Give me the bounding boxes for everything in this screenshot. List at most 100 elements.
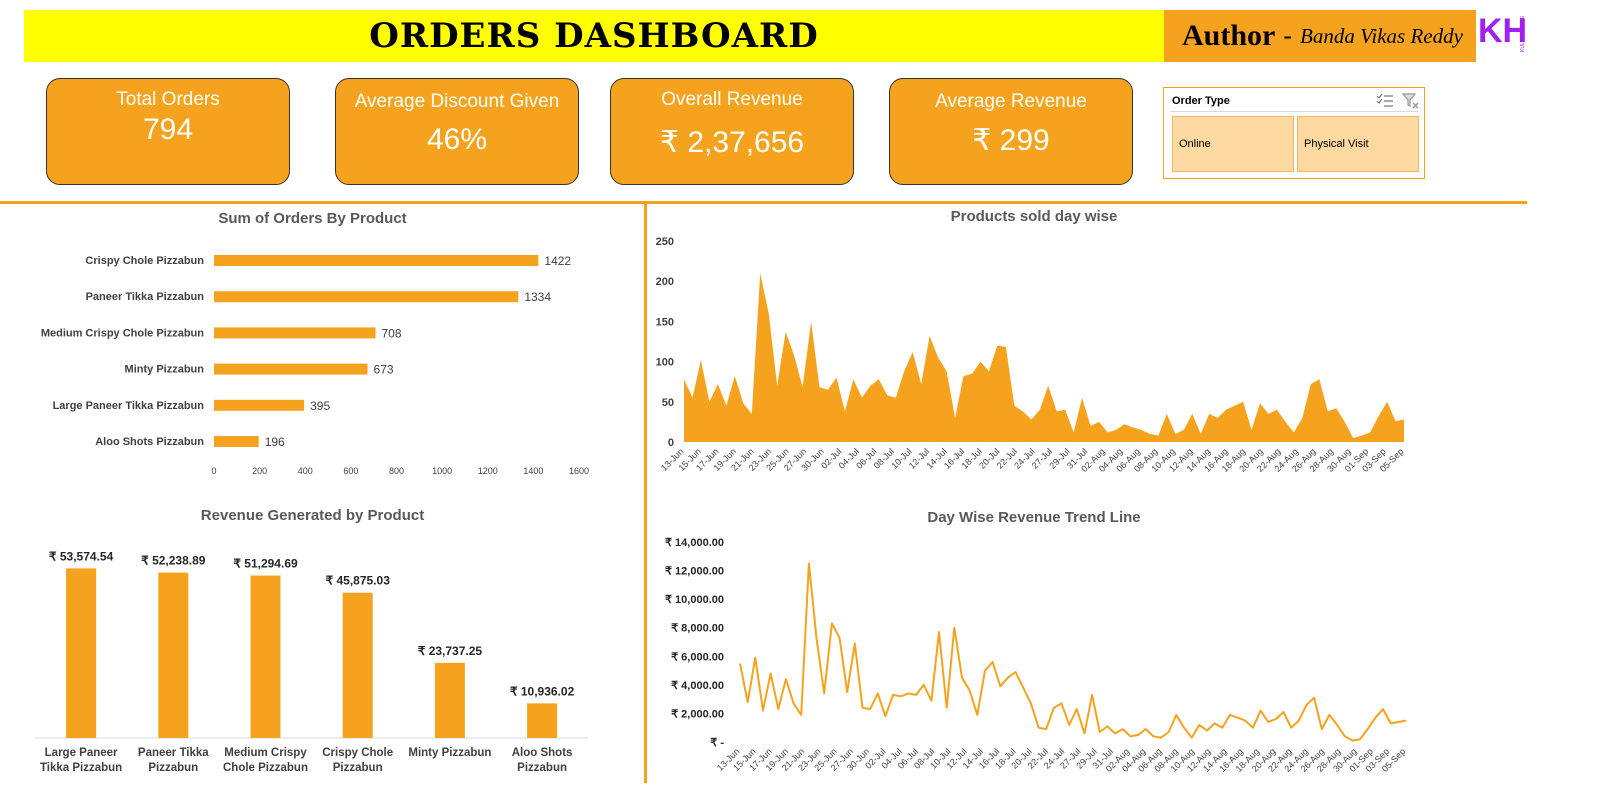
chart-title-orders-by-product: Sum of Orders By Product <box>218 210 407 227</box>
bar-value-label: 708 <box>382 326 402 340</box>
bar-category-label: Large Paneer <box>45 747 118 759</box>
bar-category-label: Paneer Tikka Pizzabun <box>86 291 205 303</box>
y-tick-label: ₹ 6,000.00 <box>671 651 724 663</box>
kpi-average-discount: Average Discount Given 46% <box>335 78 579 185</box>
logo-caption: KULTURE HIRE <box>1520 15 1526 52</box>
kpi-value: ₹ 2,37,656 <box>659 126 805 159</box>
bar-value-label: 673 <box>374 363 394 377</box>
orders-bar <box>214 363 368 375</box>
orders-bar <box>214 436 259 447</box>
orders-bar <box>214 327 376 339</box>
horizontal-divider <box>0 201 1527 204</box>
kpi-total-orders: Total Orders 794 <box>46 78 290 185</box>
bar-category-label: Pizzabun <box>517 762 567 774</box>
author-label: Author <box>1182 19 1276 52</box>
y-tick-label: 0 <box>668 437 674 449</box>
bar-category-label: Crispy Chole Pizzabun <box>85 255 204 267</box>
y-tick-label: ₹ 14,000.00 <box>665 537 724 549</box>
revenue-bar <box>158 572 189 738</box>
revenue-trend-line <box>739 562 1407 742</box>
x-tick-label: 400 <box>298 466 313 476</box>
chart-title-day-wise-revenue: Day Wise Revenue Trend Line <box>927 509 1141 526</box>
day-wise-revenue-trend-chart: ₹ - ₹ 2,000.00 ₹ 4,000.00 ₹ 6,000.00 ₹ 8,000… <box>665 537 1407 774</box>
kpi-value: 794 <box>142 113 194 146</box>
bar-category-label: Paneer Tikka <box>138 747 209 759</box>
y-tick-label: 100 <box>656 357 674 369</box>
bar-category-label: Medium Crispy <box>224 747 307 759</box>
x-tick-label: 600 <box>343 466 358 476</box>
y-tick-label: ₹ 8,000.00 <box>671 623 724 635</box>
orders-by-product-chart: Crispy Chole Pizzabun 1422 Paneer Tikka Pi… <box>41 254 589 476</box>
revenue-bar <box>66 568 97 738</box>
x-tick-label: 800 <box>389 466 404 476</box>
author-separator: - <box>1283 21 1293 50</box>
x-tick-label: 200 <box>252 466 267 476</box>
slicer-option-online[interactable]: Online <box>1172 116 1294 172</box>
kpi-value: 46% <box>426 123 488 156</box>
bar-category-label: Minty Pizzabun <box>408 747 491 759</box>
multi-select-icon[interactable] <box>1376 93 1394 109</box>
bar-category-label: Medium Crispy Chole Pizzabun <box>41 327 204 339</box>
x-tick-label: 0 <box>211 466 216 476</box>
orders-bar <box>214 291 519 303</box>
y-tick-label: ₹ 10,000.00 <box>665 594 724 606</box>
revenue-bar <box>250 575 281 738</box>
bar-value-label: ₹ 51,294.69 <box>233 557 298 571</box>
kpi-overall-revenue: Overall Revenue ₹ 2,37,656 <box>610 78 854 185</box>
clear-filter-icon[interactable] <box>1402 93 1420 109</box>
revenue-by-product-chart: ₹ 53,574.54 Large Paneer Tikka Pizzabun ₹ 5… <box>35 549 589 774</box>
bar-category-label: Minty Pizzabun <box>125 364 205 376</box>
vertical-divider <box>644 203 647 783</box>
y-tick-label: 250 <box>656 236 674 248</box>
x-tick-label: 1600 <box>569 466 589 476</box>
bar-category-label: Pizzabun <box>148 762 198 774</box>
x-tick-label: 1400 <box>523 466 543 476</box>
orders-bar <box>214 399 305 411</box>
orders-bar <box>214 255 539 266</box>
kulture-hire-logo: KH KULTURE HIRE <box>1478 12 1527 52</box>
bar-category-label: Aloo Shots <box>512 747 573 759</box>
slicer-title: Order Type <box>1172 95 1230 107</box>
bar-value-label: 196 <box>265 435 285 449</box>
slicer-option-physical-visit[interactable]: Physical Visit <box>1297 116 1419 172</box>
x-tick-label: 1000 <box>432 466 452 476</box>
bar-value-label: ₹ 45,875.03 <box>326 574 391 588</box>
y-tick-label: ₹ 12,000.00 <box>665 566 724 578</box>
y-tick-label: ₹ 2,000.00 <box>671 708 724 720</box>
chart-title-products-sold-day-wise: Products sold day wise <box>950 208 1118 225</box>
bar-category-label: Large Paneer Tikka Pizzabun <box>53 400 205 412</box>
kpi-label: Overall Revenue <box>661 89 803 110</box>
products-sold-area <box>684 273 1404 442</box>
author-banner: Author - Banda Vikas Reddy <box>1164 10 1476 62</box>
revenue-bar <box>434 662 465 738</box>
revenue-bar <box>342 592 373 738</box>
revenue-bar <box>527 703 558 738</box>
kpi-label: Average Revenue <box>935 91 1087 112</box>
bar-category-label: Chole Pizzabun <box>223 762 308 774</box>
kpi-value: ₹ 299 <box>972 124 1050 157</box>
y-tick-label: 150 <box>656 316 674 328</box>
bar-category-label: Crispy Chole <box>322 747 393 759</box>
bar-value-label: ₹ 53,574.54 <box>49 549 114 563</box>
x-tick-label: 1200 <box>478 466 498 476</box>
order-type-slicer: Order Type Online Physical Visit <box>1163 87 1425 179</box>
bar-value-label: 395 <box>310 399 330 413</box>
products-sold-day-wise-chart: 05010015020025013-Jun15-Jun17-Jun19-Jun2… <box>656 236 1406 474</box>
y-tick-label: 50 <box>662 397 674 409</box>
kpi-average-revenue: Average Revenue ₹ 299 <box>889 78 1133 185</box>
bar-value-label: ₹ 52,238.89 <box>141 554 206 568</box>
y-tick-label: ₹ - <box>710 737 724 749</box>
author-name: Banda Vikas Reddy <box>1300 23 1463 48</box>
bar-category-label: Tikka Pizzabun <box>40 762 122 774</box>
bar-value-label: ₹ 10,936.02 <box>510 684 575 698</box>
y-tick-label: ₹ 4,000.00 <box>671 680 724 692</box>
kpi-label: Total Orders <box>116 89 220 110</box>
bar-value-label: ₹ 23,737.25 <box>418 644 483 658</box>
dashboard-title: ORDERS DASHBOARD <box>369 16 819 56</box>
chart-title-revenue-by-product: Revenue Generated by Product <box>200 507 425 524</box>
bar-value-label: 1422 <box>544 254 571 268</box>
bar-value-label: 1334 <box>524 290 551 304</box>
slicer-divider <box>1170 111 1418 112</box>
y-tick-label: 200 <box>656 276 674 288</box>
bar-category-label: Aloo Shots Pizzabun <box>95 436 204 448</box>
